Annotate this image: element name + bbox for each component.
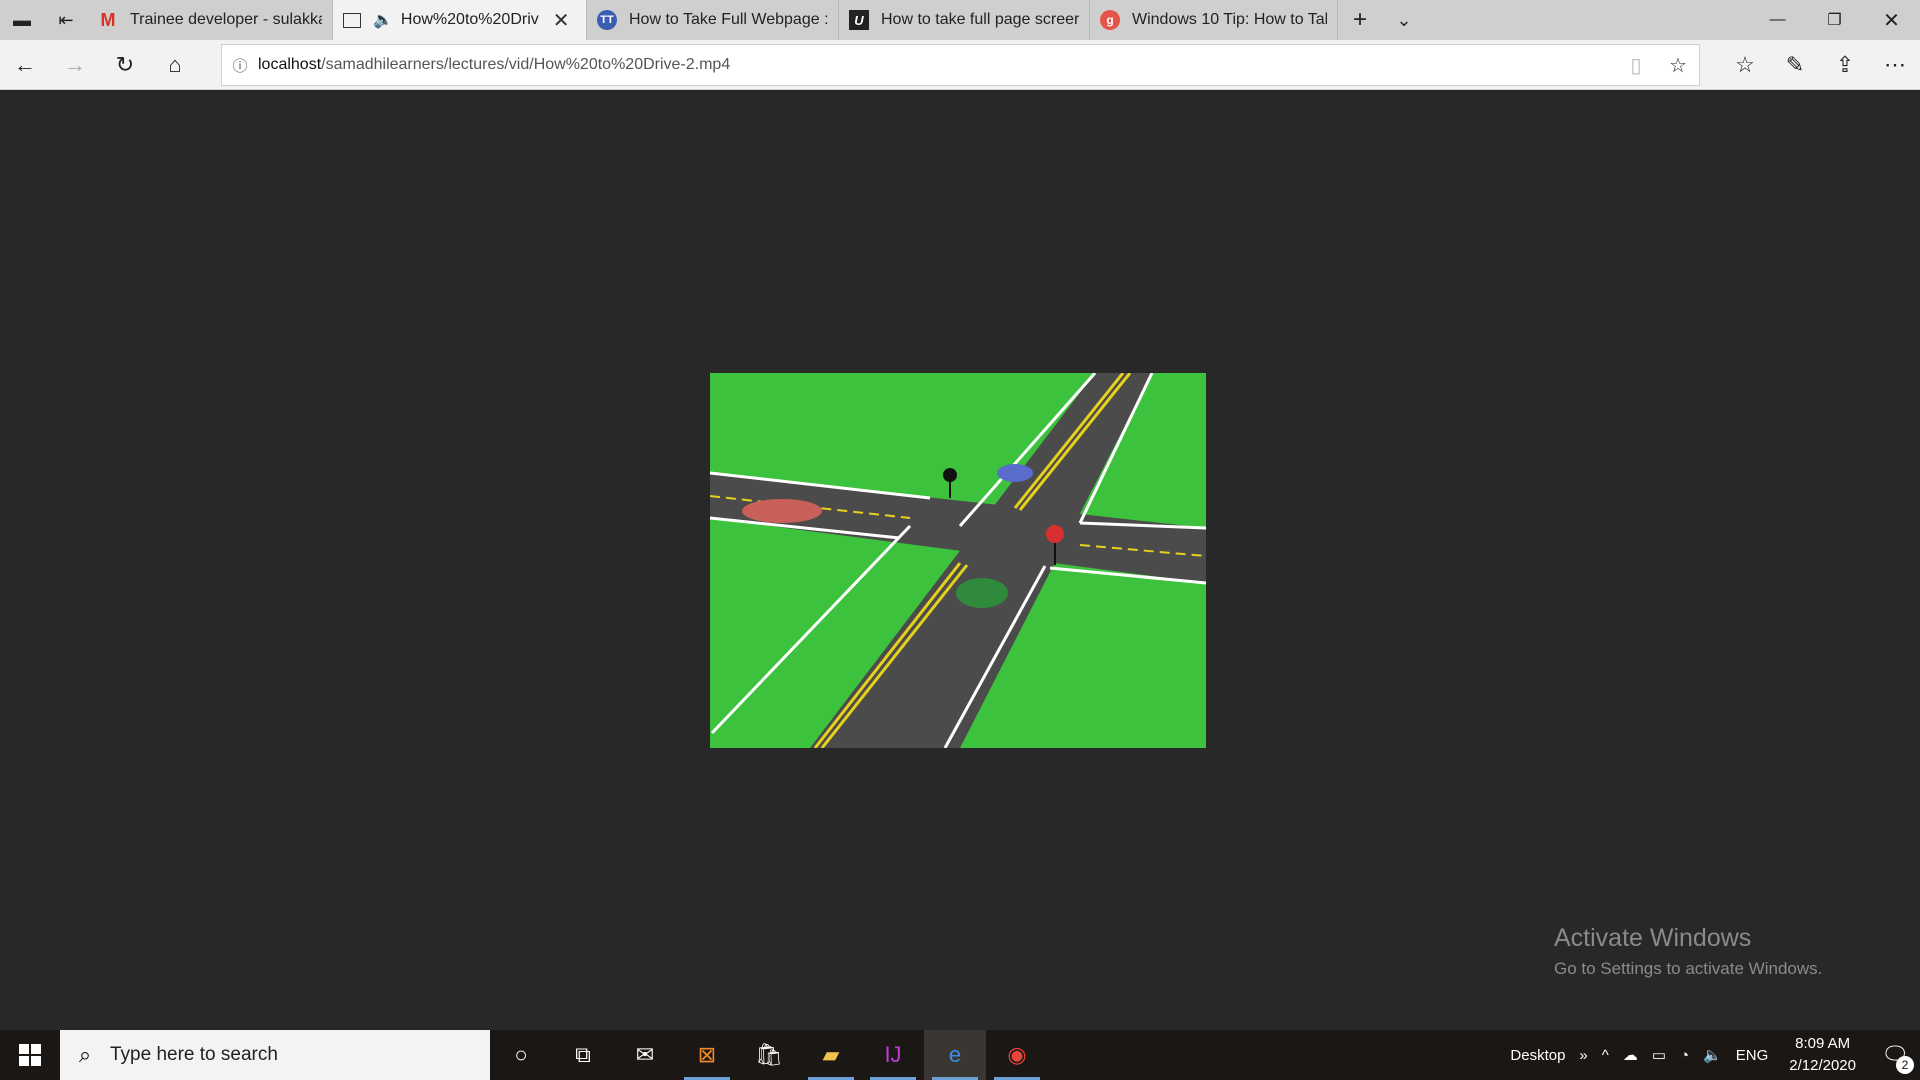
refresh-icon[interactable]: ↻ [100, 40, 150, 90]
tab-fullpage-screen[interactable]: U How to take full page screer [839, 0, 1090, 40]
site-icon: TT [597, 10, 617, 30]
battery-icon[interactable]: ▭ [1645, 1046, 1673, 1064]
watermark-subtext: Go to Settings to activate Windows. [1554, 959, 1823, 978]
url-host: localhost [258, 56, 322, 73]
tab-video[interactable]: 🔈 How%20to%20Driv ✕ [333, 0, 587, 40]
home-icon[interactable]: ⌂ [150, 40, 200, 90]
new-tab-icon[interactable]: + [1338, 0, 1382, 40]
mail-icon[interactable]: ✉ [614, 1030, 676, 1080]
url-text[interactable]: localhost/samadhilearners/lectures/vid/H… [258, 56, 730, 74]
clock-time: 8:09 AM [1795, 1035, 1851, 1052]
url-path: /samadhilearners/lectures/vid/How%20to%2… [321, 56, 731, 73]
address-actions: ▯ ☆ [1615, 53, 1699, 78]
toolbar-right: ☆ ✎ ⇪ ⋯ [1720, 40, 1920, 90]
favorite-star-icon[interactable]: ☆ [1657, 53, 1699, 78]
onedrive-icon[interactable]: ☁ [1616, 1046, 1645, 1064]
restore-icon[interactable]: ❐ [1806, 0, 1863, 40]
clock-date: 2/12/2020 [1789, 1057, 1856, 1074]
tab-title: How to Take Full Webpage : [629, 11, 828, 28]
tab-preview-icon[interactable]: ▬ [0, 0, 44, 40]
video-player[interactable] [710, 373, 1206, 748]
car-blue [997, 464, 1033, 482]
forward-icon[interactable]: → [50, 40, 100, 90]
action-center-icon[interactable]: 🗨 2 [1870, 1030, 1920, 1080]
windows-start-icon[interactable] [0, 1030, 60, 1080]
video-frame [710, 373, 1206, 748]
stop-sign-icon [1046, 525, 1064, 543]
file-explorer-icon[interactable]: ▰ [800, 1030, 862, 1080]
tab-windows-tip[interactable]: g Windows 10 Tip: How to Tal [1090, 0, 1338, 40]
set-tabs-aside-icon[interactable]: ⇤ [44, 0, 88, 40]
page-icon [343, 12, 361, 28]
edge-icon[interactable]: e [924, 1030, 986, 1080]
toolbar-expand-icon[interactable]: » [1572, 1047, 1594, 1064]
chevron-down-icon[interactable]: ⌄ [1382, 0, 1426, 40]
address-bar[interactable]: ⓘ localhost/samadhilearners/lectures/vid… [221, 44, 1700, 86]
minimize-icon[interactable]: — [1749, 0, 1806, 40]
tab-gmail[interactable]: M Trainee developer - sulakkai [88, 0, 333, 40]
intellij-icon[interactable]: IJ [862, 1030, 924, 1080]
desktop-toolbar[interactable]: Desktop [1503, 1047, 1572, 1064]
taskbar-search-box[interactable]: ⌕ Type here to search [60, 1030, 490, 1080]
navigation-bar: ← → ↻ ⌂ ⓘ localhost/samadhilearners/lect… [0, 40, 1920, 90]
language-indicator[interactable]: ENG [1729, 1047, 1776, 1064]
gmail-icon: M [100, 9, 116, 30]
car-red [742, 499, 822, 523]
show-hidden-icons[interactable]: ^ [1595, 1047, 1616, 1064]
search-icon: ⌕ [78, 1042, 92, 1067]
system-tray: Desktop » ^ ☁ ▭ ◔ 🔈 ENG 8:09 AM 2/12/202… [1503, 1030, 1920, 1080]
search-placeholder: Type here to search [110, 1044, 278, 1065]
car-green [956, 578, 1008, 608]
xampp-icon[interactable]: ⊠ [676, 1030, 738, 1080]
cortana-icon[interactable]: ○ [490, 1030, 552, 1080]
favorites-icon[interactable]: ☆ [1720, 40, 1770, 90]
info-icon[interactable]: ⓘ [222, 55, 258, 76]
clock[interactable]: 8:09 AM 2/12/2020 [1775, 1033, 1870, 1077]
tab-strip: ▬ ⇤ M Trainee developer - sulakkai 🔈 How… [0, 0, 1920, 40]
taskbar: ⌕ Type here to search ○ ⧉ ✉ ⊠ 🛍 ▰ IJ e ◉… [0, 1030, 1920, 1080]
tab-title: How to take full page screer [881, 11, 1079, 28]
watermark-heading: Activate Windows [1554, 924, 1752, 952]
site-icon: g [1100, 10, 1120, 30]
tab-webpage-howto[interactable]: TT How to Take Full Webpage : [587, 0, 839, 40]
tab-title: Trainee developer - sulakkai [130, 11, 322, 28]
site-icon: U [849, 10, 869, 30]
chrome-icon[interactable]: ◉ [986, 1030, 1048, 1080]
reading-view-icon[interactable]: ▯ [1615, 53, 1657, 78]
window-controls: — ❐ ✕ [1749, 0, 1920, 40]
notes-pen-icon[interactable]: ✎ [1770, 40, 1820, 90]
close-tab-icon[interactable]: ✕ [553, 8, 570, 33]
wifi-icon[interactable]: ◔ [1673, 1047, 1696, 1064]
back-icon[interactable]: ← [0, 40, 50, 90]
notification-badge: 2 [1896, 1056, 1914, 1074]
speaker-icon[interactable]: 🔈 [373, 10, 393, 30]
share-icon[interactable]: ⇪ [1820, 40, 1870, 90]
activate-windows-watermark: Activate Windows Go to Settings to activ… [1554, 924, 1822, 979]
store-icon[interactable]: 🛍 [738, 1030, 800, 1080]
task-view-icon[interactable]: ⧉ [552, 1030, 614, 1080]
tab-title: How%20to%20Driv [400, 11, 539, 28]
close-window-icon[interactable]: ✕ [1863, 0, 1920, 40]
volume-icon[interactable]: 🔈 [1696, 1046, 1729, 1064]
tab-title: Windows 10 Tip: How to Tal [1132, 11, 1327, 28]
more-icon[interactable]: ⋯ [1870, 40, 1920, 90]
